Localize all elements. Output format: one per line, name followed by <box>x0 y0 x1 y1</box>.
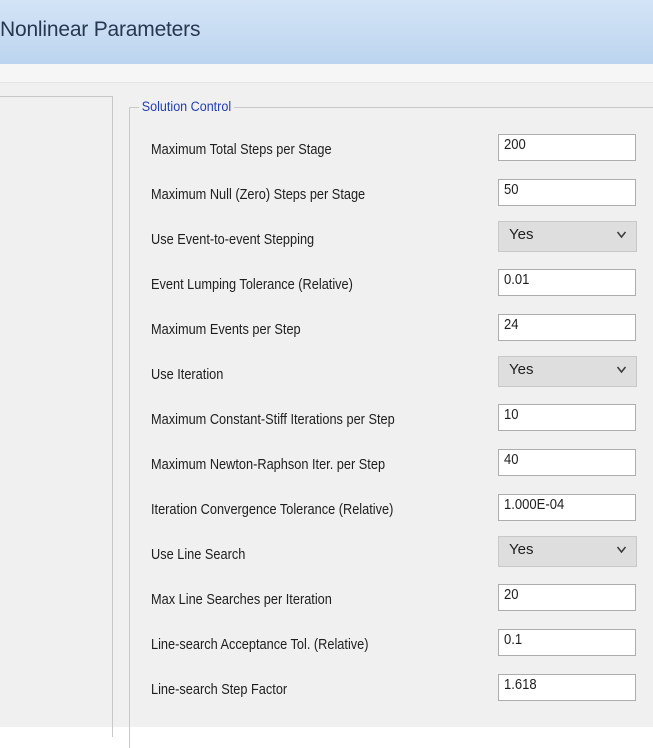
event-to-event-value: Yes <box>509 226 534 243</box>
form-panel: Solution Control Maximum Total Steps per… <box>0 83 653 748</box>
use-iteration-label: Use Iteration <box>151 367 224 383</box>
constant-stiff-iterations-label: Maximum Constant-Stiff Iterations per St… <box>151 412 395 428</box>
max-events-input[interactable]: 24 <box>498 314 636 341</box>
use-iteration-value: Yes <box>509 361 534 378</box>
left-panel <box>0 96 113 737</box>
max-events-label: Maximum Events per Step <box>151 322 301 338</box>
convergence-tolerance-input[interactable]: 1.000E-04 <box>498 494 636 521</box>
newton-raphson-iter-input[interactable]: 40 <box>498 449 636 476</box>
use-line-search-label: Use Line Search <box>151 547 246 563</box>
line-search-step-factor-label: Line-search Step Factor <box>151 682 288 698</box>
use-line-search-select[interactable]: Yes <box>498 536 637 567</box>
group-title: Solution Control <box>139 99 234 114</box>
max-total-steps-label: Maximum Total Steps per Stage <box>151 142 332 158</box>
line-search-step-factor-input[interactable]: 1.618 <box>498 674 636 701</box>
event-to-event-select[interactable]: Yes <box>498 221 637 252</box>
line-search-acceptance-label: Line-search Acceptance Tol. (Relative) <box>151 637 369 653</box>
max-null-steps-input[interactable]: 50 <box>498 179 636 206</box>
window-title: Nonlinear Parameters <box>0 18 201 41</box>
event-to-event-label: Use Event-to-event Stepping <box>151 232 315 248</box>
chevron-down-icon <box>616 366 627 374</box>
max-total-steps-input[interactable]: 200 <box>498 134 636 161</box>
event-lumping-input[interactable]: 0.01 <box>498 269 636 296</box>
use-iteration-select[interactable]: Yes <box>498 356 637 387</box>
toolbar-strip <box>0 64 653 83</box>
title-bar: Nonlinear Parameters <box>0 0 653 64</box>
max-null-steps-label: Maximum Null (Zero) Steps per Stage <box>151 187 366 203</box>
chevron-down-icon <box>616 546 627 554</box>
max-line-searches-label: Max Line Searches per Iteration <box>151 592 332 608</box>
event-lumping-label: Event Lumping Tolerance (Relative) <box>151 277 353 293</box>
convergence-tolerance-label: Iteration Convergence Tolerance (Relativ… <box>151 502 394 518</box>
max-line-searches-input[interactable]: 20 <box>498 584 636 611</box>
chevron-down-icon <box>616 231 627 239</box>
use-line-search-value: Yes <box>509 541 534 558</box>
newton-raphson-iter-label: Maximum Newton-Raphson Iter. per Step <box>151 457 386 473</box>
constant-stiff-iterations-input[interactable]: 10 <box>498 404 636 431</box>
line-search-acceptance-input[interactable]: 0.1 <box>498 629 636 656</box>
